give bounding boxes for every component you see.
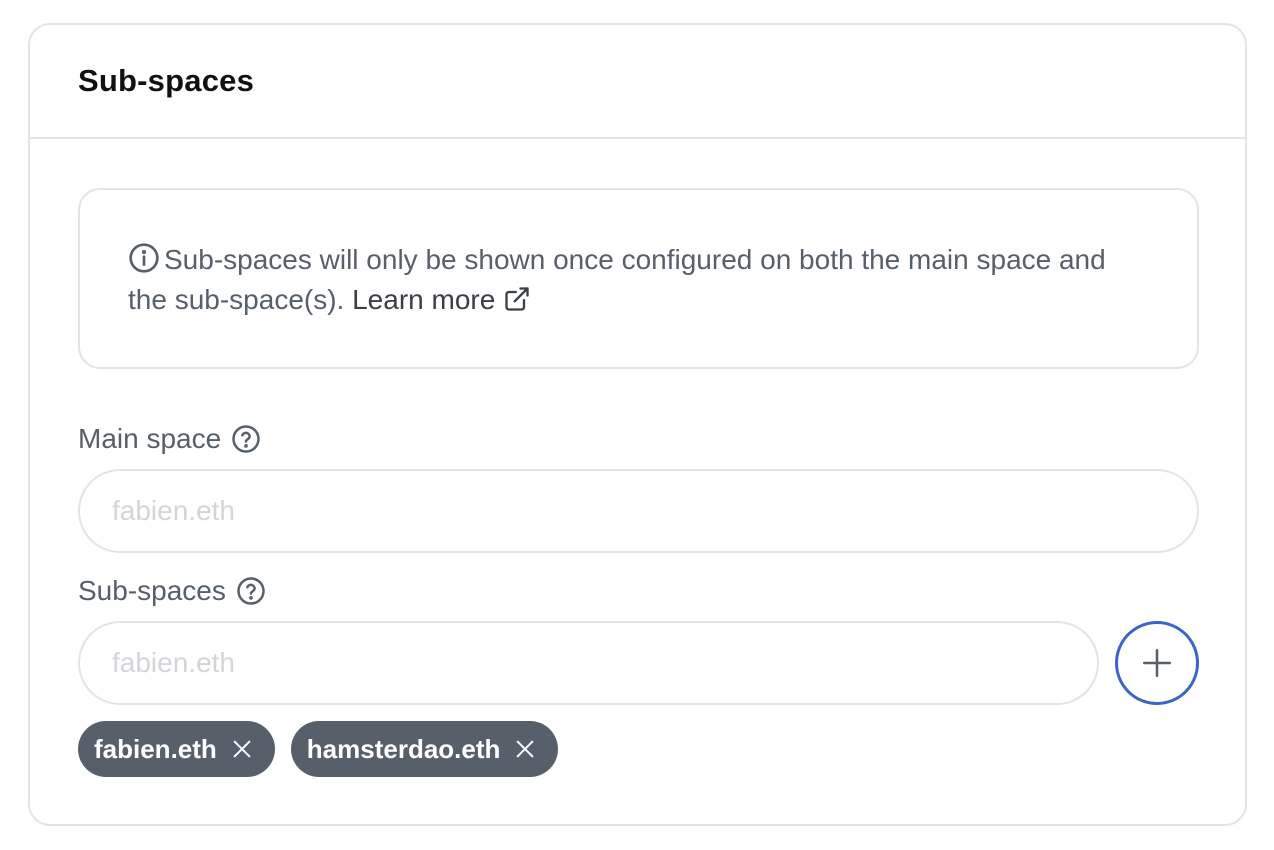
- add-sub-space-button[interactable]: [1115, 621, 1199, 705]
- card-title: Sub-spaces: [78, 63, 255, 98]
- sub-space-tag: fabien.eth: [78, 721, 275, 777]
- sub-space-tag: hamsterdao.eth: [290, 721, 559, 777]
- external-link-icon: [505, 287, 529, 311]
- info-notice: Sub-spaces will only be shown once confi…: [78, 188, 1199, 369]
- info-circle-icon: [129, 243, 159, 273]
- sub-spaces-card: Sub-spaces Sub-spaces will only be shown…: [28, 23, 1247, 826]
- question-circle-icon[interactable]: [231, 424, 261, 454]
- main-space-label: Main space: [78, 423, 261, 455]
- main-space-input[interactable]: [78, 469, 1199, 553]
- learn-more-link[interactable]: Learn more: [352, 284, 531, 315]
- sub-space-tags: fabien.eth hamsterdao.eth: [78, 721, 559, 777]
- close-icon[interactable]: [231, 738, 253, 760]
- main-space-label-text: Main space: [78, 423, 222, 454]
- tag-label: fabien.eth: [94, 733, 217, 764]
- question-circle-icon[interactable]: [236, 576, 266, 606]
- close-icon[interactable]: [514, 738, 536, 760]
- notice-text: Sub-spaces will only be shown once confi…: [128, 244, 1106, 315]
- learn-more-label: Learn more: [352, 284, 496, 315]
- tag-label: hamsterdao.eth: [306, 733, 501, 764]
- sub-space-input[interactable]: [78, 621, 1099, 705]
- card-header: Sub-spaces: [30, 25, 1245, 139]
- sub-spaces-label-text: Sub-spaces: [78, 575, 226, 606]
- plus-icon: [1142, 648, 1172, 678]
- sub-spaces-label: Sub-spaces: [78, 575, 266, 607]
